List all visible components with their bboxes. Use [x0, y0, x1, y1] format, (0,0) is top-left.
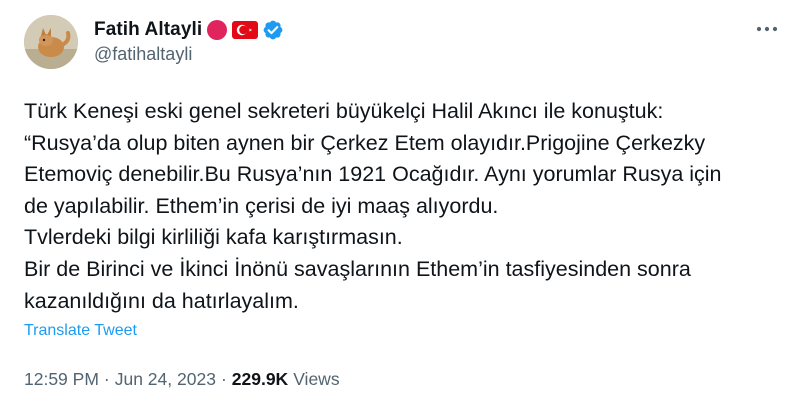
tweet-text: Türk Keneşi eski genel sekreteri büyükel… — [24, 96, 784, 317]
verified-badge-icon[interactable] — [262, 19, 284, 41]
tweet-line: kazanıldığını da hatırlayalım. — [24, 288, 299, 313]
views-count: 229.9K — [231, 369, 289, 389]
tweet-card: Fatih Altayli @fatihaltayli Türk Keneşi … — [0, 0, 804, 416]
more-dots-icon — [756, 26, 778, 32]
meta-separator: · — [220, 369, 227, 389]
tweet-line: Etemoviç denebilir.Bu Rusya’nın 1921 Oca… — [24, 162, 722, 187]
display-name[interactable]: Fatih Altayli — [94, 19, 202, 41]
tweet-time[interactable]: 12:59 PM — [24, 369, 99, 390]
tweet-line: Türk Keneşi eski genel sekreteri büyükel… — [24, 99, 664, 123]
tweet-date[interactable]: Jun 24, 2023 — [115, 369, 216, 390]
avatar[interactable] — [24, 15, 78, 69]
more-options-button[interactable] — [752, 18, 782, 40]
tweet-meta: 12:59 PM · Jun 24, 2023 · 229.9K Views — [24, 369, 340, 390]
tweet-line: Bir de Birinci ve İkinci İnönü savaşları… — [24, 256, 691, 281]
meta-separator: · — [103, 369, 110, 389]
tweet-line: Tvlerdeki bilgi kirliliği kafa karıştırm… — [24, 225, 403, 250]
author-handle[interactable]: @fatihaltayli — [94, 44, 192, 65]
translate-tweet-link[interactable]: Translate Tweet — [24, 322, 137, 340]
turkey-flag-icon — [232, 20, 259, 40]
red-circle-icon — [206, 19, 228, 41]
tweet-line: “Rusya’da olup biten aynen bir Çerkez Et… — [24, 130, 706, 155]
author-name-row: Fatih Altayli — [94, 17, 284, 43]
avatar-image — [24, 15, 78, 69]
views-label: Views — [293, 369, 340, 389]
tweet-line: de yapılabilir. Ethem’in çerisi de iyi m… — [24, 193, 499, 218]
